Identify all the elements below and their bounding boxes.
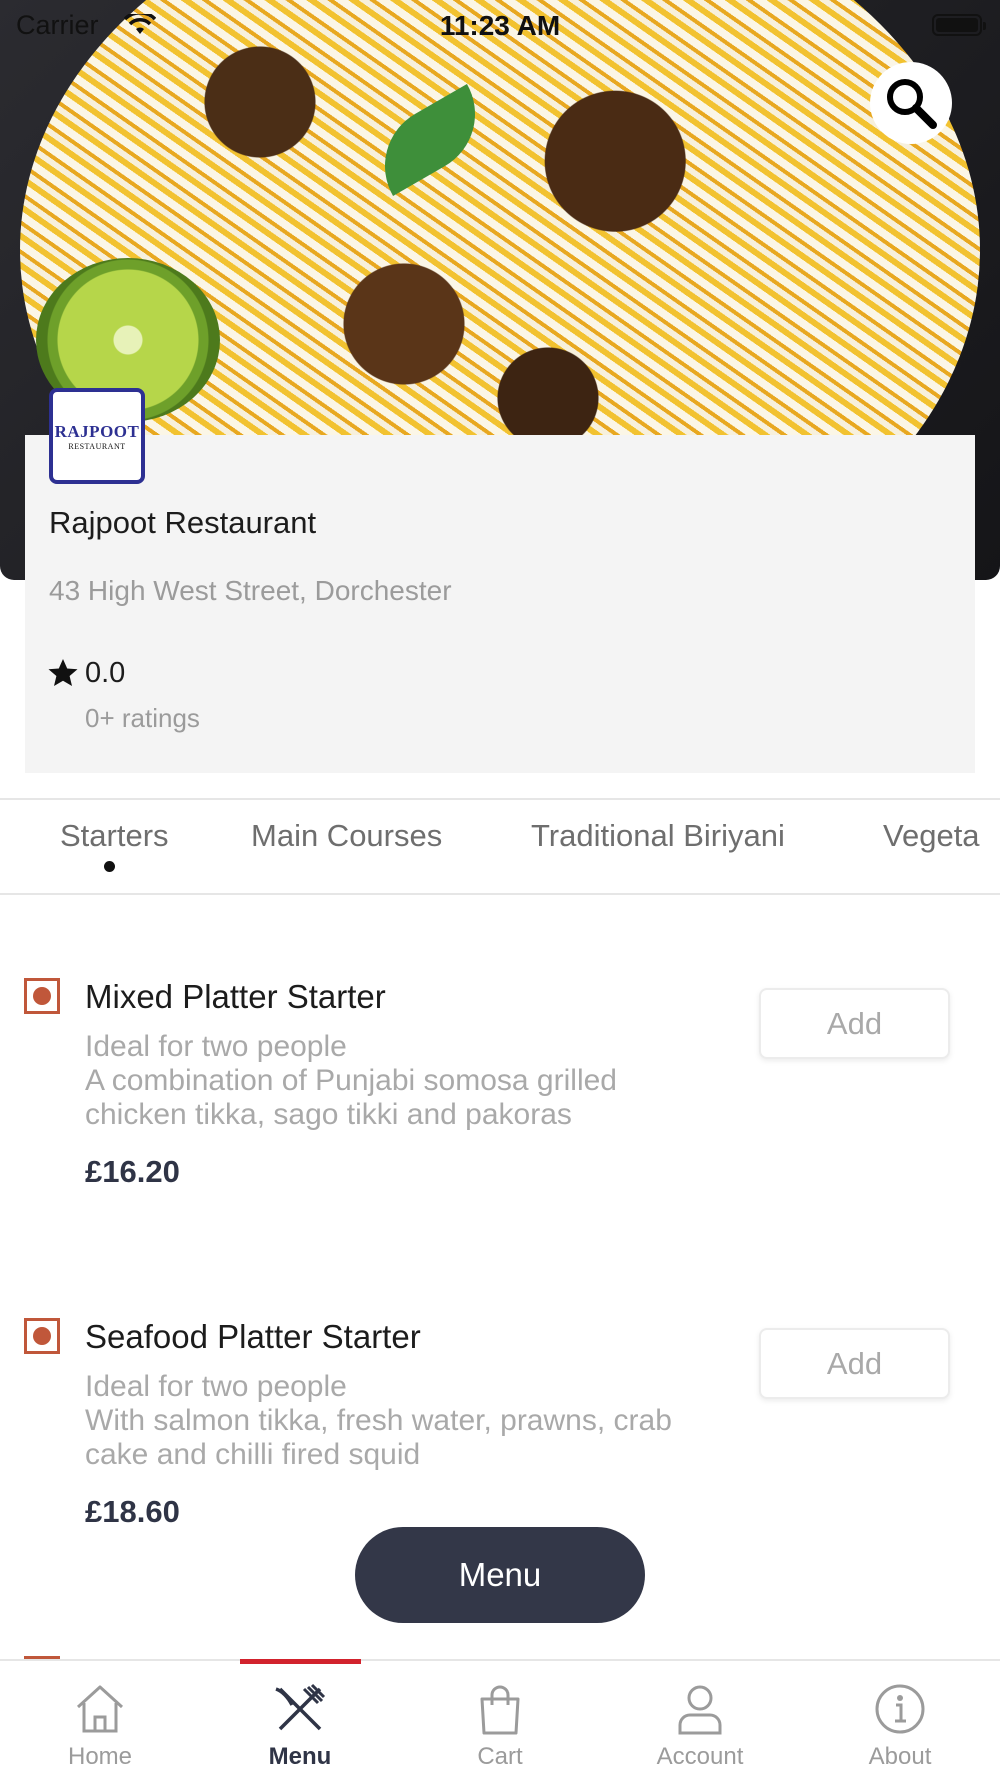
restaurant-address: 43 High West Street, Dorchester — [49, 575, 452, 606]
restaurant-name: Rajpoot Restaurant — [49, 505, 317, 540]
nav-label: About — [868, 1743, 932, 1770]
nav-cart[interactable]: Cart — [400, 1661, 600, 1778]
battery-icon — [932, 14, 986, 36]
restaurant-logo: RAJPOOT RESTAURANT — [49, 388, 145, 484]
status-bar: Carrier 11:23 AM — [0, 0, 1000, 50]
nav-menu[interactable]: Menu — [200, 1661, 400, 1778]
user-icon — [678, 1685, 722, 1735]
fork-knife-icon — [275, 1683, 326, 1731]
category-tabs: Starters Main Courses Traditional Biriya… — [0, 798, 1000, 895]
nav-about[interactable]: About — [800, 1661, 1000, 1778]
nav-label: Account — [656, 1743, 744, 1770]
ratings-count: 0+ ratings — [85, 703, 200, 733]
shopping-bag-icon — [480, 1685, 520, 1735]
add-button[interactable]: Add — [759, 1328, 950, 1399]
info-icon — [875, 1684, 925, 1734]
item-name: Seafood Platter Starter — [85, 1318, 421, 1355]
menu-floating-button[interactable]: Menu — [355, 1527, 645, 1623]
nav-home[interactable]: Home — [0, 1661, 200, 1778]
search-button[interactable] — [870, 62, 952, 144]
tab-main-courses[interactable]: Main Courses — [251, 818, 442, 854]
nav-label: Menu — [268, 1743, 332, 1770]
item-price: £18.60 — [85, 1494, 180, 1529]
logo-subtext: RESTAURANT — [68, 441, 126, 451]
food-type-icon — [24, 1318, 60, 1354]
nav-account[interactable]: Account — [600, 1661, 800, 1778]
tab-starters[interactable]: Starters — [60, 818, 169, 854]
food-type-icon — [24, 978, 60, 1014]
tab-selected-indicator — [104, 861, 115, 872]
rating-value: 0.0 — [85, 657, 126, 689]
bottom-navigation: Home Menu Cart Account About — [0, 1659, 1000, 1778]
nav-label: Cart — [477, 1743, 523, 1770]
logo-text: RAJPOOT — [54, 421, 140, 441]
add-button[interactable]: Add — [759, 988, 950, 1059]
tab-traditional-biriyani[interactable]: Traditional Biriyani — [531, 818, 785, 854]
item-price: £16.20 — [85, 1154, 180, 1189]
status-time: 11:23 AM — [439, 10, 561, 41]
star-icon — [48, 659, 78, 686]
restaurant-info-card: RAJPOOT RESTAURANT Rajpoot Restaurant 43… — [25, 388, 975, 773]
nav-label: Home — [67, 1743, 133, 1770]
home-icon — [76, 1685, 124, 1733]
item-description: Ideal for two people With salmon tikka, … — [85, 1370, 672, 1471]
item-description: Ideal for two people A combination of Pu… — [85, 1030, 617, 1131]
item-name: Mixed Platter Starter — [85, 978, 386, 1015]
tab-vegetarian[interactable]: Vegeta — [883, 818, 980, 854]
search-icon — [887, 79, 937, 129]
